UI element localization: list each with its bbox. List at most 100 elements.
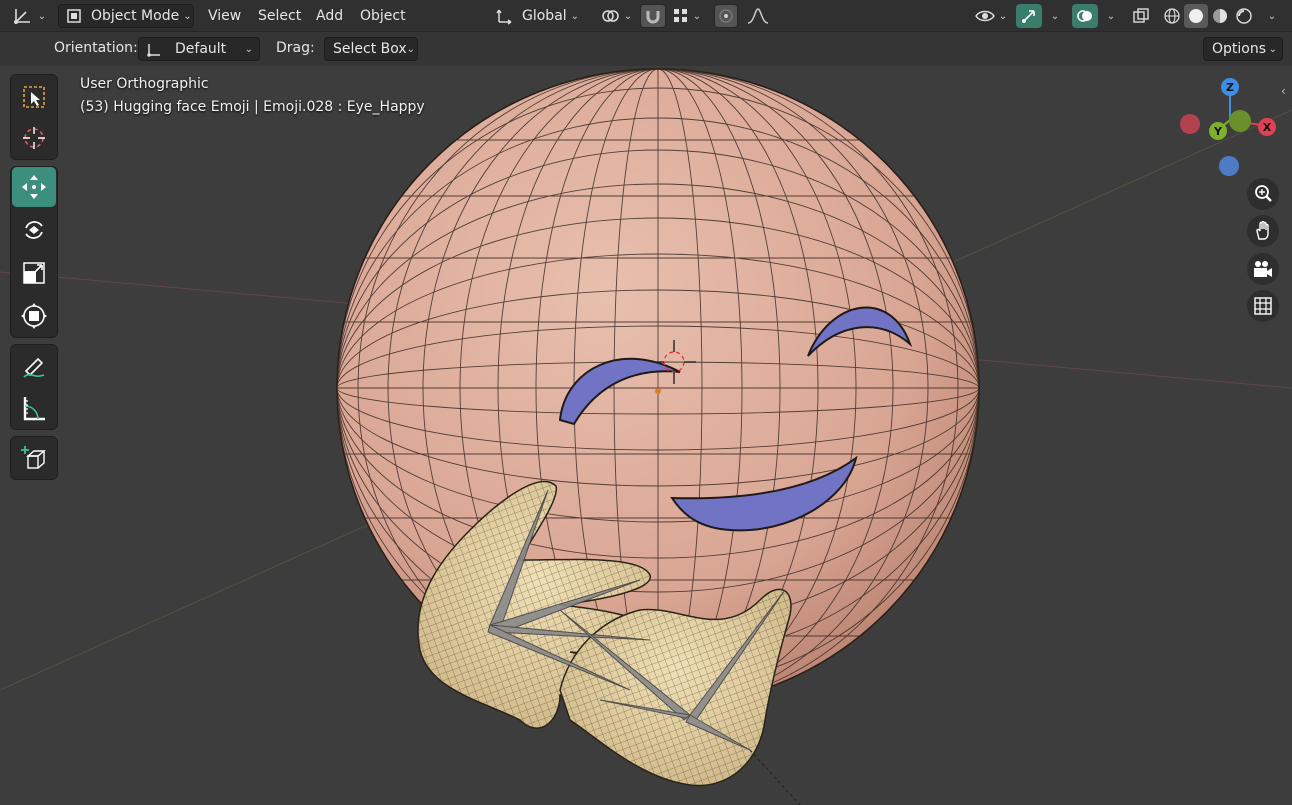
- orientation-dropdown[interactable]: Default ⌄: [138, 37, 260, 61]
- transform-orientation-dropdown[interactable]: Global ⌄: [490, 4, 590, 28]
- shading-dropdown[interactable]: ⌄: [1260, 4, 1280, 28]
- editor-type-button[interactable]: ⌄: [8, 4, 50, 28]
- toolbar-group-transform: [10, 166, 58, 338]
- navigation-gizmo[interactable]: Z X Y: [1176, 76, 1282, 180]
- scale-tool[interactable]: [12, 253, 56, 293]
- gizmo-x[interactable]: X: [1258, 118, 1276, 136]
- sidebar-toggle-arrow[interactable]: ‹: [1281, 84, 1292, 98]
- select-box-icon: [23, 86, 45, 108]
- gizmo-neg-y[interactable]: [1229, 110, 1251, 132]
- viewport-header: ⌄ Object Mode ⌄ View Select Add Object G…: [0, 0, 1292, 32]
- solid-sphere-icon: [1189, 9, 1203, 23]
- options-dropdown[interactable]: Options ⌄: [1203, 37, 1283, 61]
- gizmo-z[interactable]: Z: [1221, 78, 1239, 96]
- annotate-tool[interactable]: [12, 347, 56, 387]
- move-tool[interactable]: [12, 167, 56, 207]
- pivot-point-dropdown[interactable]: ⌄: [596, 4, 636, 28]
- wireframe-sphere-icon: [1164, 8, 1180, 24]
- proportional-edit-icon: [719, 9, 733, 23]
- overlays-dropdown[interactable]: ⌄: [1099, 4, 1119, 28]
- xray-toggle[interactable]: [1128, 4, 1154, 28]
- overlays-toggle[interactable]: [1072, 4, 1098, 28]
- chevron-down-icon: ⌄: [692, 10, 702, 22]
- visibility-dropdown[interactable]: ⌄: [972, 4, 1010, 28]
- menu-object[interactable]: Object: [352, 4, 414, 28]
- chevron-down-icon: ⌄: [244, 43, 253, 55]
- select-box-tool[interactable]: [12, 77, 56, 117]
- transform-tool[interactable]: [12, 296, 56, 336]
- options-label: Options: [1212, 41, 1267, 57]
- orientation-icon: [147, 44, 160, 57]
- object-mode-icon: [67, 9, 81, 23]
- cursor-tool[interactable]: [12, 118, 56, 158]
- zoom-button[interactable]: [1247, 178, 1279, 210]
- camera-icon: [1254, 261, 1272, 277]
- viewport-scene: [0, 68, 1292, 805]
- scale-icon: [23, 262, 45, 284]
- chevron-down-icon: ⌄: [623, 10, 633, 22]
- snap-toggle[interactable]: [640, 4, 666, 28]
- rotate-icon: [25, 221, 43, 239]
- rotate-tool[interactable]: [12, 210, 56, 250]
- chevron-down-icon: ⌄: [1106, 10, 1116, 22]
- overlays-icon: [1077, 10, 1092, 22]
- add-cube-icon: [21, 446, 46, 469]
- ortho-toggle-button[interactable]: [1247, 290, 1279, 322]
- gizmo-toggle[interactable]: [1016, 4, 1042, 28]
- eye-icon: [974, 10, 995, 22]
- grid-icon: [1254, 297, 1272, 315]
- chevron-down-icon: ⌄: [570, 10, 580, 22]
- proportional-editing-toggle[interactable]: [714, 4, 738, 28]
- tool-settings-header: Orientation: Default ⌄ Drag: Select Box …: [0, 32, 1292, 66]
- mode-label: Object Mode: [91, 8, 180, 24]
- gizmo-dropdown[interactable]: ⌄: [1043, 4, 1063, 28]
- chevron-down-icon: ⌄: [1268, 43, 1277, 55]
- object-info: (53) Hugging face Emoji | Emoji.028 : Ey…: [80, 99, 425, 115]
- chevron-down-icon: ⌄: [37, 10, 47, 22]
- axis-icon: [13, 9, 30, 24]
- move-arrows-icon: [22, 175, 46, 199]
- gizmo-neg-x[interactable]: [1180, 114, 1200, 134]
- drag-dropdown[interactable]: Select Box ⌄: [324, 37, 418, 61]
- falloff-curve-icon: [747, 8, 769, 24]
- gizmo-y[interactable]: Y: [1209, 122, 1227, 140]
- pan-button[interactable]: [1247, 215, 1279, 247]
- annotate-pencil-icon: [23, 357, 45, 378]
- chevron-down-icon: ⌄: [1267, 10, 1277, 22]
- zoom-magnifier-icon: [1255, 185, 1272, 202]
- pivot-icon: [602, 10, 619, 22]
- bone-relation-line: [749, 749, 801, 805]
- drag-label: Drag:: [276, 40, 315, 56]
- shading-wireframe-button[interactable]: [1160, 4, 1184, 28]
- drag-value: Select Box: [333, 41, 407, 57]
- menu-add[interactable]: Add: [308, 4, 351, 28]
- toolbar-group-annotate: [10, 344, 58, 430]
- gizmo-neg-z[interactable]: [1219, 156, 1239, 176]
- camera-view-button[interactable]: [1247, 253, 1279, 285]
- mode-dropdown[interactable]: Object Mode ⌄: [58, 4, 194, 28]
- 3d-viewport[interactable]: User Orthographic (53) Hugging face Emoj…: [0, 66, 1292, 805]
- toolbar-group-add: [10, 436, 58, 480]
- add-cube-tool[interactable]: [12, 438, 56, 478]
- snap-target-dropdown[interactable]: ⌄: [668, 4, 706, 28]
- measure-ruler-icon: [23, 397, 45, 421]
- cursor-crosshair-icon: [23, 127, 45, 149]
- shading-solid-button[interactable]: [1184, 4, 1208, 28]
- menu-view[interactable]: View: [200, 4, 249, 28]
- magnet-icon: [646, 11, 660, 24]
- shading-rendered-button[interactable]: [1232, 4, 1256, 28]
- transform-orientation-icon: [496, 9, 512, 25]
- hand-icon: [1256, 221, 1269, 240]
- orientation-label: Orientation:: [54, 40, 138, 56]
- chevron-down-icon: ⌄: [183, 10, 192, 22]
- origin-dot: [655, 388, 661, 394]
- transform-icon: [21, 303, 47, 329]
- transform-orientation-label: Global: [522, 8, 567, 24]
- menu-select[interactable]: Select: [250, 4, 309, 28]
- rendered-sphere-icon: [1236, 8, 1252, 24]
- proportional-falloff-dropdown[interactable]: [740, 4, 776, 28]
- shading-material-button[interactable]: [1208, 4, 1232, 28]
- measure-tool[interactable]: [12, 388, 56, 428]
- view-name: User Orthographic: [80, 76, 209, 92]
- chevron-down-icon: ⌄: [998, 10, 1008, 22]
